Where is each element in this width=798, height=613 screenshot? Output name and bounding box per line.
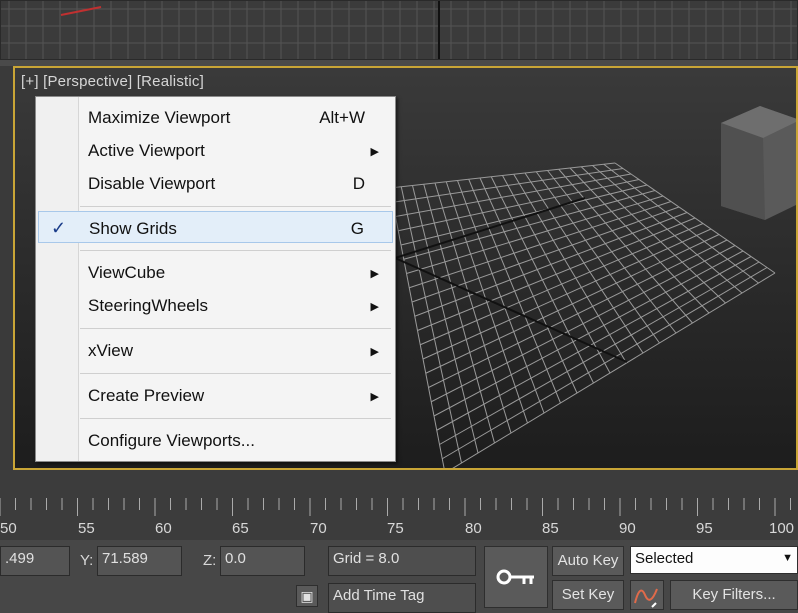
auto-key-button[interactable]: Auto Key	[552, 546, 624, 576]
timeline-tick: 50	[0, 520, 17, 537]
menu-item-label: xView	[88, 341, 134, 360]
menu-item-shortcut: D	[352, 174, 365, 193]
viewport-menu-plus[interactable]: [+]	[21, 73, 39, 90]
y-coordinate-label: Y:	[80, 552, 94, 569]
timeline-tick: 75	[387, 520, 404, 537]
menu-item-shortcut: G	[350, 219, 364, 238]
submenu-arrow-icon: ▶	[370, 301, 379, 313]
dropdown-value: Selected	[635, 550, 694, 567]
menu-separator	[80, 250, 391, 251]
z-coordinate-field[interactable]: 0.0	[220, 546, 305, 576]
menu-item-create-preview[interactable]: Create Preview ▶	[38, 379, 393, 411]
checkmark-icon: ✓	[51, 218, 67, 238]
time-tag-lock-icon[interactable]: ▣	[296, 585, 318, 607]
menu-item-label: Active Viewport	[88, 141, 205, 160]
y-coordinate-field[interactable]: 71.589	[97, 546, 182, 576]
timeline-tick: 65	[232, 520, 249, 537]
menu-item-steeringwheels[interactable]: SteeringWheels ▶	[38, 289, 393, 321]
set-key-mode-button[interactable]	[484, 546, 548, 608]
viewport-context-menu: Maximize Viewport Alt+W Active Viewport …	[35, 96, 396, 462]
menu-item-viewcube[interactable]: ViewCube ▶	[38, 256, 393, 288]
menu-item-label: Create Preview	[88, 386, 205, 405]
menu-item-configure-viewports[interactable]: Configure Viewports...	[38, 424, 393, 456]
menu-item-show-grids[interactable]: ✓ Show Grids G	[38, 211, 393, 243]
timeline-tick: 60	[155, 520, 172, 537]
menu-item-label: SteeringWheels	[88, 296, 209, 315]
tangent-curve-icon	[634, 588, 658, 608]
menu-separator	[80, 418, 391, 419]
menu-item-label: ViewCube	[88, 263, 166, 282]
submenu-arrow-icon: ▶	[370, 146, 379, 158]
menu-item-disable-viewport[interactable]: Disable Viewport D	[38, 167, 393, 199]
menu-separator	[80, 206, 391, 207]
menu-separator	[80, 328, 391, 329]
submenu-arrow-icon: ▶	[370, 268, 379, 280]
timeline-tick: 90	[619, 520, 636, 537]
top-viewport-grid	[1, 1, 797, 59]
timeline-tick: 80	[465, 520, 482, 537]
menu-item-label: Disable Viewport	[88, 174, 216, 193]
menu-separator	[80, 373, 391, 374]
left-viewport-edge	[0, 66, 13, 470]
menu-item-xview[interactable]: xView ▶	[38, 334, 393, 366]
axis-x-icon	[60, 6, 102, 16]
timeline-tick: 95	[696, 520, 713, 537]
key-selection-dropdown[interactable]: Selected ▼	[630, 546, 798, 574]
add-time-tag-button[interactable]: Add Time Tag	[328, 583, 476, 613]
z-coordinate-label: Z:	[203, 552, 217, 569]
viewport-shading-menu[interactable]: [Realistic]	[137, 73, 204, 90]
default-in-out-tangents-button[interactable]	[630, 580, 664, 610]
menu-item-label: Maximize Viewport	[88, 108, 231, 127]
viewport-point-of-view-menu[interactable]: [Perspective]	[43, 73, 132, 90]
submenu-arrow-icon: ▶	[370, 391, 379, 403]
timeline-tick: 70	[310, 520, 327, 537]
menu-item-label: Show Grids	[89, 219, 177, 238]
menu-item-active-viewport[interactable]: Active Viewport ▶	[38, 134, 393, 166]
set-key-button[interactable]: Set Key	[552, 580, 624, 610]
chevron-down-icon: ▼	[782, 552, 793, 564]
key-filters-button[interactable]: Key Filters...	[670, 580, 798, 610]
timeline-tick: 85	[542, 520, 559, 537]
box-object[interactable]	[721, 106, 798, 220]
menu-item-shortcut: Alt+W	[319, 108, 365, 127]
x-coordinate-field[interactable]: .499	[0, 546, 70, 576]
timeline-tick: 100	[769, 520, 795, 537]
menu-item-label: Configure Viewports...	[88, 431, 255, 450]
menu-item-maximize-viewport[interactable]: Maximize Viewport Alt+W	[38, 101, 393, 133]
key-icon	[496, 569, 534, 585]
grid-size-display: Grid = 8.0	[328, 546, 476, 576]
submenu-arrow-icon: ▶	[370, 346, 379, 358]
timeline-tick: 55	[78, 520, 95, 537]
viewport-label: [+] [Perspective] [Realistic]	[21, 73, 204, 90]
top-viewport[interactable]	[0, 0, 798, 60]
